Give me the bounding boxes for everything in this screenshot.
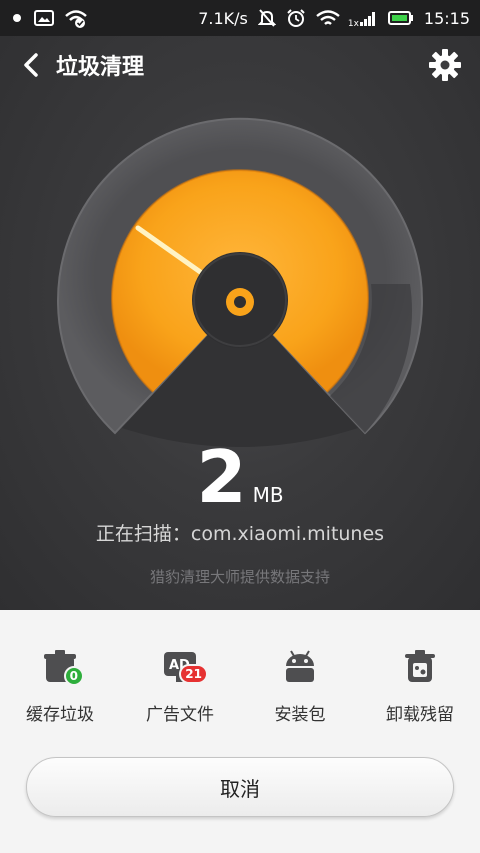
category-ad-files[interactable]: AD 21 广告文件 (120, 648, 240, 725)
alarm-icon (286, 8, 306, 28)
status-bar: 7.1K/s 1x 15:15 (0, 0, 480, 36)
cache-trash-icon: 0 (42, 648, 84, 686)
status-time: 15:15 (423, 8, 470, 28)
scan-status-text: 正在扫描：com.xiaomi.mitunes (95, 523, 385, 545)
bottom-panel: 0 缓存垃圾 AD 21 广告文件 安装包 卸载残留 取消 (0, 610, 480, 853)
category-label: 卸载残留 (386, 705, 454, 725)
signal-label: 1x (347, 19, 359, 29)
mute-icon (257, 8, 276, 28)
network-speed: 7.1K/s (198, 8, 248, 28)
category-label: 缓存垃圾 (26, 705, 94, 725)
wifi-check-icon (64, 8, 88, 28)
ad-files-badge: 21 (179, 664, 208, 684)
category-list: 0 缓存垃圾 AD 21 广告文件 安装包 卸载残留 (0, 648, 480, 725)
provider-text: 猎豹清理大师提供数据支持 (149, 568, 330, 586)
category-install-packages[interactable]: 安装包 (240, 648, 360, 725)
category-label: 广告文件 (146, 705, 214, 725)
image-icon (34, 9, 54, 27)
ad-file-icon: AD 21 (162, 648, 208, 684)
cache-trash-badge: 0 (63, 666, 84, 686)
category-label: 安装包 (274, 705, 326, 725)
android-package-icon (282, 648, 318, 684)
scan-area: 垃圾清理 2 MB 正在扫描：com.xiaomi.mitunes 猎豹清理大师… (0, 36, 480, 610)
junk-cleanup-screen: 7.1K/s 1x 15:15 垃圾清理 2 MB 正在扫描：com.xiaom… (0, 0, 480, 853)
wifi-icon (316, 9, 340, 27)
notification-dot-icon (10, 11, 24, 25)
junk-size-readout: 2 MB (0, 441, 480, 513)
junk-size-unit: MB (252, 483, 284, 507)
battery-icon (387, 10, 414, 26)
cancel-button[interactable]: 取消 (26, 757, 454, 817)
signal-icon: 1x (347, 9, 378, 29)
junk-size-value: 2 (196, 435, 247, 519)
uninstall-residue-icon (402, 648, 438, 684)
category-cache-trash[interactable]: 0 缓存垃圾 (0, 648, 120, 725)
category-uninstall-residue[interactable]: 卸载残留 (360, 648, 480, 725)
